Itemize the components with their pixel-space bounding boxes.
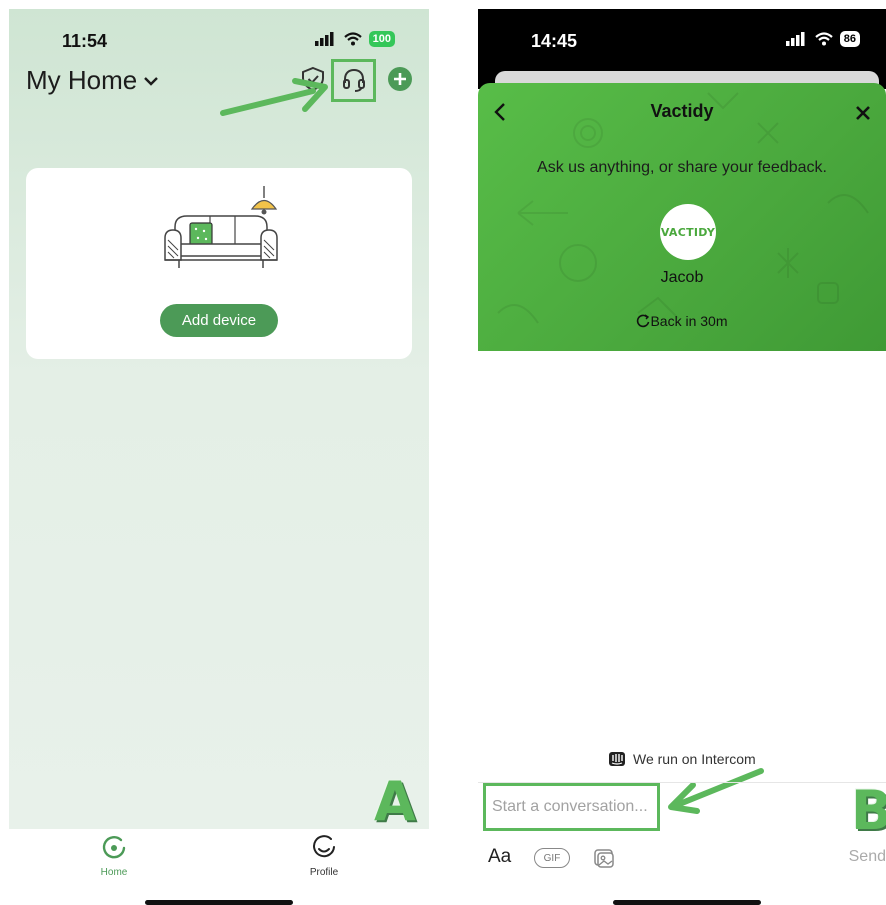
home-indicator: [145, 900, 293, 905]
headset-highlight-box: [331, 59, 376, 102]
status-time: 14:45: [531, 31, 578, 51]
home-selector[interactable]: My Home: [26, 65, 159, 96]
home-screen: 11:54 100 My Home Add device A: [9, 9, 429, 829]
intercom-logo-icon: [609, 752, 625, 766]
support-chat-screen: 14:45 86 Vactidy Ask us anything, or sha…: [478, 9, 886, 899]
tab-profile-label: Profile: [309, 867, 339, 878]
composer-toolbar: Aa GIF Send: [488, 844, 886, 870]
empty-devices-card: Add device: [26, 168, 412, 359]
annotation-label-a: A: [374, 770, 416, 829]
chat-subtitle: Ask us anything, or share your feedback.: [537, 159, 827, 176]
battery-indicator: 86: [839, 31, 860, 47]
tab-home-label: Home: [100, 867, 128, 878]
status-icons: 86: [785, 31, 860, 47]
arrow-annotation-icon: [220, 78, 328, 116]
wifi-icon: [815, 32, 833, 46]
home-tab-icon: [102, 835, 126, 859]
tab-home[interactable]: Home: [74, 835, 154, 878]
chat-title: Vactidy: [650, 101, 714, 121]
conversation-input[interactable]: [492, 798, 657, 816]
chevron-down-icon: [144, 76, 159, 86]
status-bar: 11:54 100: [9, 9, 429, 59]
gif-button[interactable]: GIF: [534, 848, 570, 868]
brand-avatar: VACTIDY: [660, 204, 716, 260]
home-indicator: [613, 900, 761, 905]
annotation-label-b: B: [851, 779, 886, 842]
profile-tab-icon: [313, 835, 335, 858]
text-format-button[interactable]: Aa: [488, 846, 511, 868]
close-icon[interactable]: [854, 104, 872, 122]
wifi-icon: [343, 32, 362, 46]
cellular-signal-icon: [785, 32, 805, 46]
agent-name: Jacob: [660, 269, 704, 286]
sofa-lamp-illustration: [164, 186, 278, 268]
conversation-input-highlight: [483, 783, 660, 831]
response-time-text: Back in 30m: [650, 313, 728, 329]
tab-profile[interactable]: Profile: [284, 835, 364, 878]
status-time: 11:54: [62, 31, 108, 51]
battery-indicator: 100: [368, 31, 395, 47]
arrow-annotation-icon: [668, 768, 764, 814]
bottom-tab-bar: Home Profile: [9, 829, 429, 899]
page-title: My Home: [26, 65, 138, 95]
clock-refresh-icon: [637, 314, 650, 328]
chat-header: Vactidy Ask us anything, or share your f…: [478, 83, 886, 351]
add-device-button[interactable]: Add device: [160, 304, 278, 337]
status-icons: 100: [314, 31, 395, 47]
cellular-signal-icon: [314, 32, 334, 46]
image-attach-icon[interactable]: [592, 846, 616, 870]
response-time: Back in 30m: [478, 313, 886, 329]
add-circle-icon[interactable]: [387, 66, 413, 92]
send-button[interactable]: Send: [849, 848, 886, 866]
